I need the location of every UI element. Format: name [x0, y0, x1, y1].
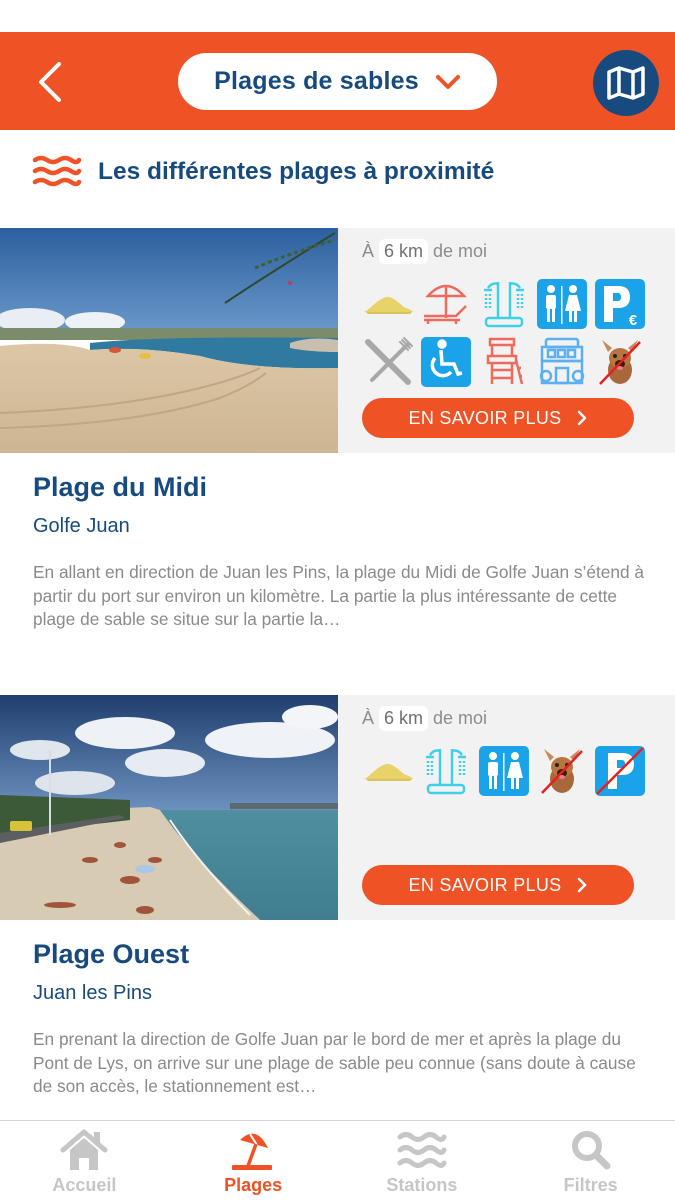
distance-suffix: de moi — [433, 241, 488, 261]
waves-icon — [32, 155, 82, 187]
distance-value: 6 km — [379, 239, 429, 264]
chevron-left-icon — [39, 62, 61, 102]
app-screen: Plages de sables Les différentes plages … — [0, 0, 675, 1200]
map-button[interactable] — [593, 50, 659, 116]
beach-name[interactable]: Plage du Midi — [33, 472, 207, 503]
map-icon — [607, 66, 645, 100]
beach-photo[interactable] — [0, 695, 338, 920]
search-icon — [571, 1131, 611, 1170]
amenity-list — [362, 278, 652, 388]
toilets-icon — [536, 278, 588, 330]
beach-card[interactable]: À 6 km de moi EN SAVOIR PLUS Plage du Mi… — [0, 228, 675, 668]
no-dogs-icon — [594, 336, 646, 388]
learn-more-button[interactable]: EN SAVOIR PLUS — [362, 398, 634, 438]
beach-name[interactable]: Plage Ouest — [33, 939, 189, 970]
waves-icon — [397, 1132, 447, 1168]
sand-icon — [362, 278, 414, 330]
beach-description: En allant en direction de Juan les Pins,… — [33, 562, 644, 629]
distance-label: À 6 km de moi — [362, 239, 487, 264]
shop-icon — [536, 336, 588, 388]
category-dropdown[interactable]: Plages de sables — [178, 53, 497, 110]
beach-card[interactable]: À 6 km de moi EN SAVOIR PLUS Plage Ouest… — [0, 695, 675, 1115]
tab-label: Accueil — [52, 1175, 117, 1195]
lifeguard-tower-icon — [478, 336, 530, 388]
amenity-list — [362, 745, 652, 797]
toilets-icon — [478, 745, 530, 797]
sunbed-umbrella-icon — [420, 278, 472, 330]
category-dropdown-label: Plages de sables — [214, 67, 419, 95]
learn-more-label: EN SAVOIR PLUS — [408, 874, 562, 895]
beach-town: Golfe Juan — [33, 515, 130, 537]
distance-suffix: de moi — [433, 708, 488, 728]
tab-label: Stations — [386, 1175, 458, 1195]
tab-label: Filtres — [563, 1175, 618, 1195]
beach-info-panel: À 6 km de moi EN SAVOIR PLUS — [338, 695, 675, 920]
tab-filtres[interactable]: Filtres — [506, 1121, 675, 1200]
top-header-bar: Plages de sables — [0, 32, 675, 130]
beach-description: En prenant la direction de Golfe Juan pa… — [33, 1029, 636, 1096]
restaurant-icon — [362, 336, 414, 388]
back-button[interactable] — [28, 54, 72, 110]
chevron-down-icon — [435, 74, 460, 89]
bottom-tab-bar: Accueil Plages Stations Filtres — [0, 1120, 675, 1200]
chevron-right-icon — [578, 410, 587, 426]
paid-parking-icon — [594, 278, 646, 330]
tab-label: Plages — [224, 1175, 283, 1195]
shower-icon — [420, 745, 472, 797]
distance-label: À 6 km de moi — [362, 706, 487, 731]
no-dogs-icon — [536, 745, 588, 797]
section-title: Les différentes plages à proximité — [98, 158, 495, 185]
sand-icon — [362, 745, 414, 797]
beach-umbrella-icon — [232, 1133, 273, 1170]
shower-icon — [478, 278, 530, 330]
section-heading: Les différentes plages à proximité — [32, 150, 494, 194]
tab-plages[interactable]: Plages — [169, 1121, 338, 1200]
wheelchair-access-icon — [420, 336, 472, 388]
learn-more-button[interactable]: EN SAVOIR PLUS — [362, 865, 634, 905]
beach-photo[interactable] — [0, 228, 338, 453]
learn-more-label: EN SAVOIR PLUS — [408, 407, 562, 428]
home-icon — [60, 1129, 108, 1170]
tab-accueil[interactable]: Accueil — [0, 1121, 169, 1200]
distance-prefix: À — [362, 708, 375, 728]
chevron-right-icon — [578, 877, 587, 893]
beach-town: Juan les Pins — [33, 982, 152, 1004]
distance-value: 6 km — [379, 706, 429, 731]
beach-info-panel: À 6 km de moi EN SAVOIR PLUS — [338, 228, 675, 453]
no-parking-icon — [594, 745, 646, 797]
tab-stations[interactable]: Stations — [338, 1121, 507, 1200]
distance-prefix: À — [362, 241, 375, 261]
